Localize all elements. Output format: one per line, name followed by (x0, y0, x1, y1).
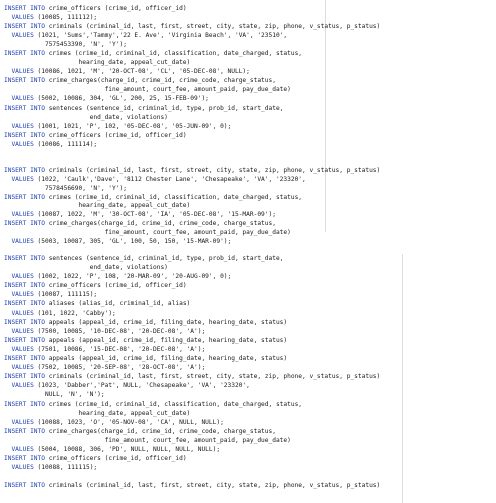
sql-block-1: INSERT INTO crime_officers (crime_id, of… (0, 4, 496, 149)
sql-line: fine_amount, court_fee, amount_paid, pay… (4, 228, 291, 236)
sql-line: INSERT INTO crime_officers (crime_id, of… (4, 282, 187, 290)
sql-line: INSERT INTO aliases (alias_id, criminal_… (4, 300, 191, 308)
sql-line: VALUES (1022, 'Caulk','Dave', '8112 Ches… (11, 175, 306, 183)
sql-line: INSERT INTO criminals (criminal_id, last… (4, 167, 381, 174)
sql-line: INSERT INTO crime_officers (crime_id, of… (4, 455, 187, 463)
sql-line: INSERT INTO crimes (crime_id, criminal_i… (4, 400, 303, 408)
sql-line: VALUES (10087, 1022, 'M', '30-OCT-08', '… (11, 211, 276, 219)
sql-line: VALUES (5004, 10088, 306, 'PD', NULL, NU… (11, 445, 221, 453)
sql-block-3: INSERT INTO sentences (sentence_id, crim… (0, 254, 496, 490)
sql-line: VALUES (101, 1022, 'Cabby'); (11, 309, 116, 317)
sql-line: INSERT INTO criminals (criminal_id, last… (4, 23, 381, 31)
sql-line: VALUES (1001, 1021, 'P', 102, '05-DEC-08… (11, 122, 232, 130)
sql-block-2: INSERT INTO criminals (criminal_id, last… (0, 167, 496, 247)
sql-line: VALUES (1021, 'Sums','Tammy','22 E. Ave'… (11, 32, 288, 40)
sql-line: VALUES (1023, 'Dabber','Pat', NULL, 'Che… (11, 382, 250, 390)
sql-line: INSERT INTO crime_charges(charge_id, cri… (4, 220, 276, 228)
sql-line: VALUES (10087, 111115); (11, 291, 98, 299)
sql-line: hearing_date, appeal_cut_date) (4, 202, 191, 210)
sql-line: VALUES (1002, 1022, 'P', 108, '20-MAR-09… (11, 273, 232, 281)
sql-script-page: INSERT INTO crime_officers (crime_id, of… (0, 0, 496, 503)
sql-line: VALUES (10088, 111115); (11, 464, 98, 472)
sql-line: VALUES (5002, 10086, 304, 'GL', 200, 25,… (11, 95, 209, 103)
sql-line (0, 472, 496, 481)
sql-line: end_date, violations) (4, 264, 168, 272)
sql-line: INSERT INTO crimes (crime_id, criminal_i… (4, 50, 303, 58)
sql-line: INSERT INTO sentences (sentence_id, crim… (4, 255, 284, 262)
sql-line: fine_amount, court_fee, amount_paid, pay… (4, 86, 291, 94)
sql-line: VALUES (10085, 111112); (11, 14, 98, 22)
sql-line: INSERT INTO crime_charges(charge_id, cri… (4, 427, 276, 435)
sql-line: hearing_date, appeal_cut_date) (4, 409, 191, 417)
sql-line: VALUES (5003, 10087, 305, 'GL', 100, 50,… (11, 237, 232, 245)
sql-line: INSERT INTO sentences (sentence_id, crim… (4, 104, 284, 112)
sql-line: INSERT INTO crime_charges(charge_id, cri… (4, 77, 276, 85)
sql-line: VALUES (7500, 10085, '10-DEC-08', '20-DE… (11, 327, 206, 335)
sql-line: 7575453390, 'N', 'Y'); (4, 41, 127, 49)
sql-line: INSERT INTO crimes (crime_id, criminal_i… (4, 193, 303, 201)
sql-line: VALUES (10086, 111114); (11, 140, 98, 148)
sql-line: NULL, 'N', 'N'); (4, 391, 105, 399)
sql-line: INSERT INTO criminals (criminal_id, last… (4, 482, 381, 490)
sql-line: INSERT INTO crime_officers (crime_id, of… (4, 5, 187, 12)
sql-line: INSERT INTO crime_officers (crime_id, of… (4, 131, 187, 139)
sql-line: VALUES (10088, 1023, 'O', '05-NOV-08', '… (11, 418, 224, 426)
sql-line: fine_amount, court_fee, amount_paid, pay… (4, 436, 291, 444)
sql-line: VALUES (7502, 10085, '20-SEP-08', '28-OC… (11, 364, 206, 372)
sql-line: INSERT INTO appeals (appeal_id, crime_id… (4, 318, 288, 326)
sql-line: VALUES (10086, 1021, 'M', '20-OCT-08', '… (11, 68, 250, 76)
sql-line: 7578456690, 'N', 'Y'); (4, 184, 127, 192)
sql-line: INSERT INTO appeals (appeal_id, crime_id… (4, 336, 288, 344)
sql-line: INSERT INTO appeals (appeal_id, crime_id… (4, 355, 288, 363)
sql-line: INSERT INTO criminals (criminal_id, last… (4, 373, 381, 381)
sql-line: VALUES (7501, 10086, '15-DEC-08', '20-DE… (11, 345, 206, 353)
sql-line: end_date, violations) (4, 113, 168, 121)
sql-line: hearing_date, appeal_cut_date) (4, 59, 191, 67)
